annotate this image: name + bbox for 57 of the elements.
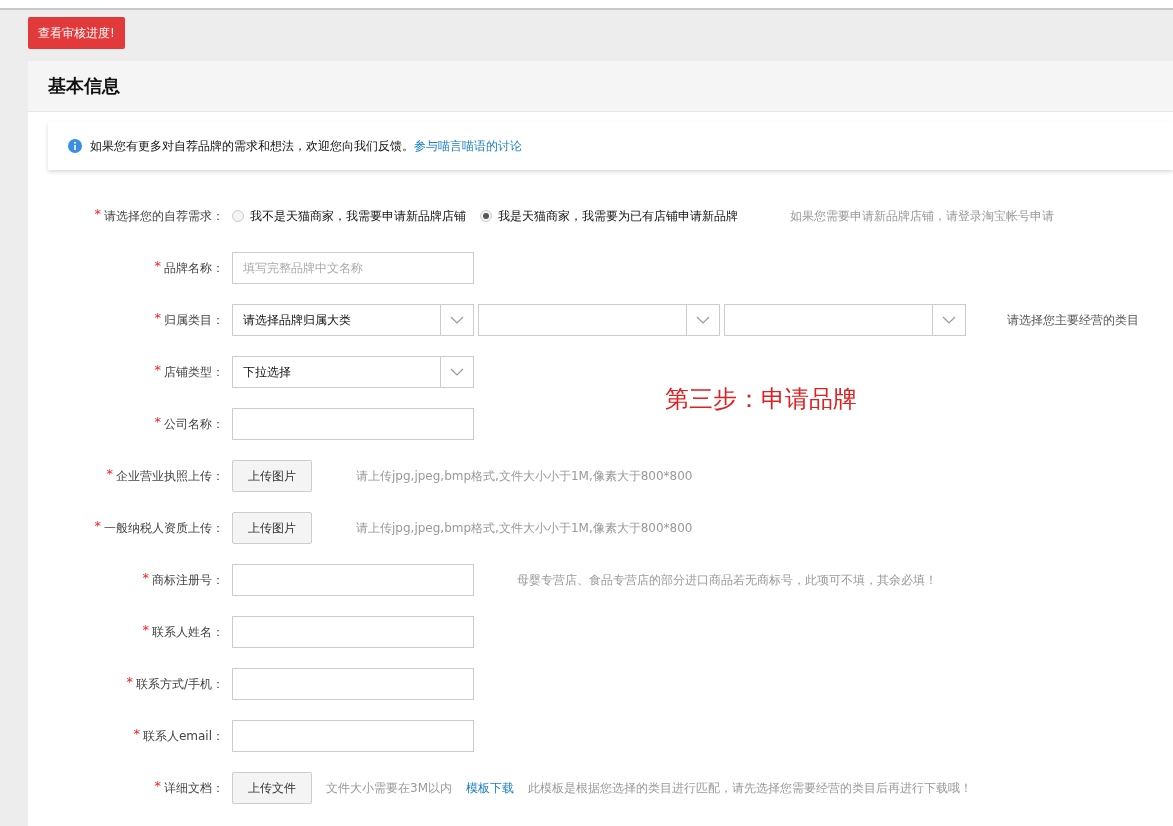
field-label: 企业营业执照上传： bbox=[116, 467, 224, 485]
upload-button[interactable]: 上传图片 bbox=[232, 512, 312, 544]
input-field[interactable] bbox=[232, 564, 474, 596]
required-mark: * bbox=[154, 777, 161, 793]
annotation-text: 第三步：申请品牌 bbox=[665, 384, 857, 415]
input-field[interactable] bbox=[232, 616, 474, 648]
chevron-down-icon bbox=[942, 316, 956, 324]
input-field[interactable] bbox=[232, 720, 474, 752]
required-mark: * bbox=[126, 673, 133, 689]
field-label: 请选择您的自荐需求： bbox=[104, 207, 224, 225]
required-mark: * bbox=[106, 465, 113, 481]
discussion-link[interactable]: 参与喵言喵语的讨论 bbox=[414, 137, 522, 155]
field-label: 联系人email： bbox=[142, 727, 224, 745]
dropdown[interactable]: 下拉选择 bbox=[232, 356, 474, 388]
required-mark: * bbox=[142, 569, 149, 585]
review-progress-button[interactable]: 查看审核进度! bbox=[28, 17, 125, 49]
dropdown[interactable]: 请选择品牌归属大类 bbox=[232, 304, 474, 336]
hint-text: 此模板是根据您选择的类目进行匹配，请先选择您需要经营的类目后再进行下载哦！ bbox=[528, 779, 972, 797]
chevron-down-icon bbox=[696, 316, 710, 324]
hint-text: 母婴专营店、食品专营店的部分进口商品若无商标号，此项可不填，其余必填！ bbox=[517, 571, 937, 589]
field-label: 品牌名称： bbox=[164, 259, 224, 277]
field-label: 归属类目： bbox=[164, 311, 224, 329]
required-mark: * bbox=[94, 205, 101, 221]
field-label: 公司名称： bbox=[164, 415, 224, 433]
hint-text: 文件大小需要在3M以内 bbox=[326, 779, 452, 797]
required-mark: * bbox=[154, 361, 161, 377]
field-label: 联系方式/手机： bbox=[135, 675, 224, 693]
hint-text: 请选择您主要经营的类目 bbox=[1007, 311, 1139, 329]
input-field[interactable] bbox=[232, 668, 474, 700]
upload-button[interactable]: 上传文件 bbox=[232, 772, 312, 804]
section-title: 基本信息 bbox=[48, 74, 120, 98]
chevron-down-icon bbox=[450, 368, 464, 376]
hint-text: 如果您需要申请新品牌店铺，请登录淘宝帐号申请 bbox=[790, 207, 1054, 225]
field-label: 一般纳税人资质上传： bbox=[104, 519, 224, 537]
radio-button[interactable] bbox=[232, 210, 244, 222]
dropdown[interactable] bbox=[478, 304, 720, 336]
hint-text: 请上传jpg,jpeg,bmp格式,文件大小小于1M,像素大于800*800 bbox=[356, 467, 693, 485]
required-mark: * bbox=[154, 413, 161, 429]
dropdown[interactable] bbox=[724, 304, 966, 336]
field-label: 联系人姓名： bbox=[152, 623, 224, 641]
info-icon bbox=[68, 139, 82, 153]
required-mark: * bbox=[142, 621, 149, 637]
required-mark: * bbox=[154, 257, 161, 273]
notice-text: 如果您有更多对自荐品牌的需求和想法，欢迎您向我们反馈。 bbox=[90, 137, 414, 155]
field-label: 详细文档： bbox=[164, 779, 224, 797]
input-field[interactable]: 填写完整品牌中文名称 bbox=[232, 252, 474, 284]
hint-text: 请上传jpg,jpeg,bmp格式,文件大小小于1M,像素大于800*800 bbox=[356, 519, 693, 537]
template-download-link[interactable]: 模板下载 bbox=[466, 779, 514, 797]
upload-button[interactable]: 上传图片 bbox=[232, 460, 312, 492]
field-label: 商标注册号： bbox=[152, 571, 224, 589]
radio-button[interactable] bbox=[480, 210, 492, 222]
field-label: 店铺类型： bbox=[164, 363, 224, 381]
required-mark: * bbox=[94, 517, 101, 533]
required-mark: * bbox=[154, 309, 161, 325]
input-field[interactable] bbox=[232, 408, 474, 440]
required-mark: * bbox=[133, 725, 140, 741]
chevron-down-icon bbox=[450, 316, 464, 324]
